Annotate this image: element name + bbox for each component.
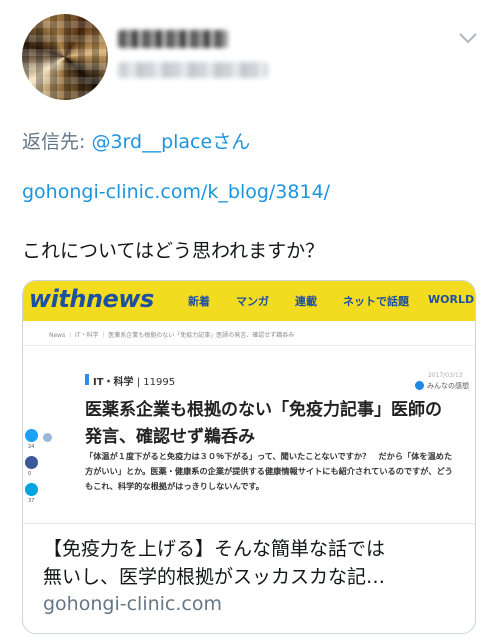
share-bar: 24 0 37 <box>25 429 41 510</box>
article-date: 2017/03/13 <box>428 372 463 379</box>
facebook-share-icon <box>25 456 38 469</box>
site-header-bar: withnews 新着 マンガ 連載 ネットで話題 WORLD <box>23 281 475 321</box>
article-breadcrumb: News ｜ IT・科学 ｜ 医薬系企業も根拠のない「免疫力記事」医師の発言、確… <box>49 332 295 339</box>
link-preview-card[interactable]: withnews 新着 マンガ 連載 ネットで話題 WORLD News ｜ I… <box>22 280 476 634</box>
nav-item-world: WORLD <box>428 293 475 306</box>
nav-item-new: 新着 <box>188 295 210 308</box>
tweet-link[interactable]: gohongi-clinic.com/k_blog/3814/ <box>22 181 330 203</box>
share-extra-icon <box>43 433 52 442</box>
tweet-menu-button[interactable] <box>456 28 480 48</box>
reply-to-line: 返信先: @3rd__placeさん <box>22 127 250 154</box>
card-image: withnews 新着 マンガ 連載 ネットで話題 WORLD News ｜ I… <box>23 281 475 524</box>
site-nav: 新着 マンガ 連載 ネットで話題 WORLD <box>188 293 474 309</box>
twitter-share-count: 24 <box>28 444 35 450</box>
site-logo: withnews <box>29 285 154 313</box>
article-headline: 医薬系企業も根拠のない「免疫力記事」医師の発言、確認せず鵜呑み <box>85 400 442 447</box>
nav-item-manga: マンガ <box>236 295 269 308</box>
nav-item-series: 連載 <box>295 295 317 308</box>
chevron-down-icon <box>459 33 477 44</box>
reply-mention-link[interactable]: @3rd__placeさん <box>91 131 250 153</box>
reply-prefix: 返信先: <box>22 131 92 153</box>
tweet-text: これについてはどう思われますか？ <box>22 240 325 262</box>
user-avatar[interactable] <box>22 14 108 100</box>
card-title-line-2: 無いし、医学的根拠がスッカスカな記… <box>43 566 386 588</box>
display-name-blurred[interactable] <box>118 30 228 48</box>
viewers-badge: みんなの感想 <box>415 381 469 391</box>
facebook-share-count: 0 <box>28 471 32 477</box>
card-title: 【免疫力を上げる】そんな簡単な話では 無いし、医学的根拠がスッカスカな記… <box>43 535 463 591</box>
article-category: IT・科学 | 11995 <box>84 373 176 388</box>
twitter-share-icon <box>25 429 38 442</box>
hatena-share-icon <box>25 483 38 496</box>
breadcrumb-divider <box>23 345 475 346</box>
view-count: 11995 <box>143 377 176 388</box>
nav-item-trending: ネットで話題 <box>343 295 409 308</box>
category-label: IT・科学 <box>93 377 134 388</box>
hatena-share-count: 37 <box>28 498 35 504</box>
card-domain: gohongi-clinic.com <box>43 593 222 615</box>
article-lead: 「体温が１度下がると免疫力は３０％下がる」って、聞いたことないですか？ だから「… <box>85 451 453 491</box>
user-handle-blurred <box>118 62 268 78</box>
card-title-line-1: 【免疫力を上げる】そんな簡単な話では <box>43 538 386 560</box>
